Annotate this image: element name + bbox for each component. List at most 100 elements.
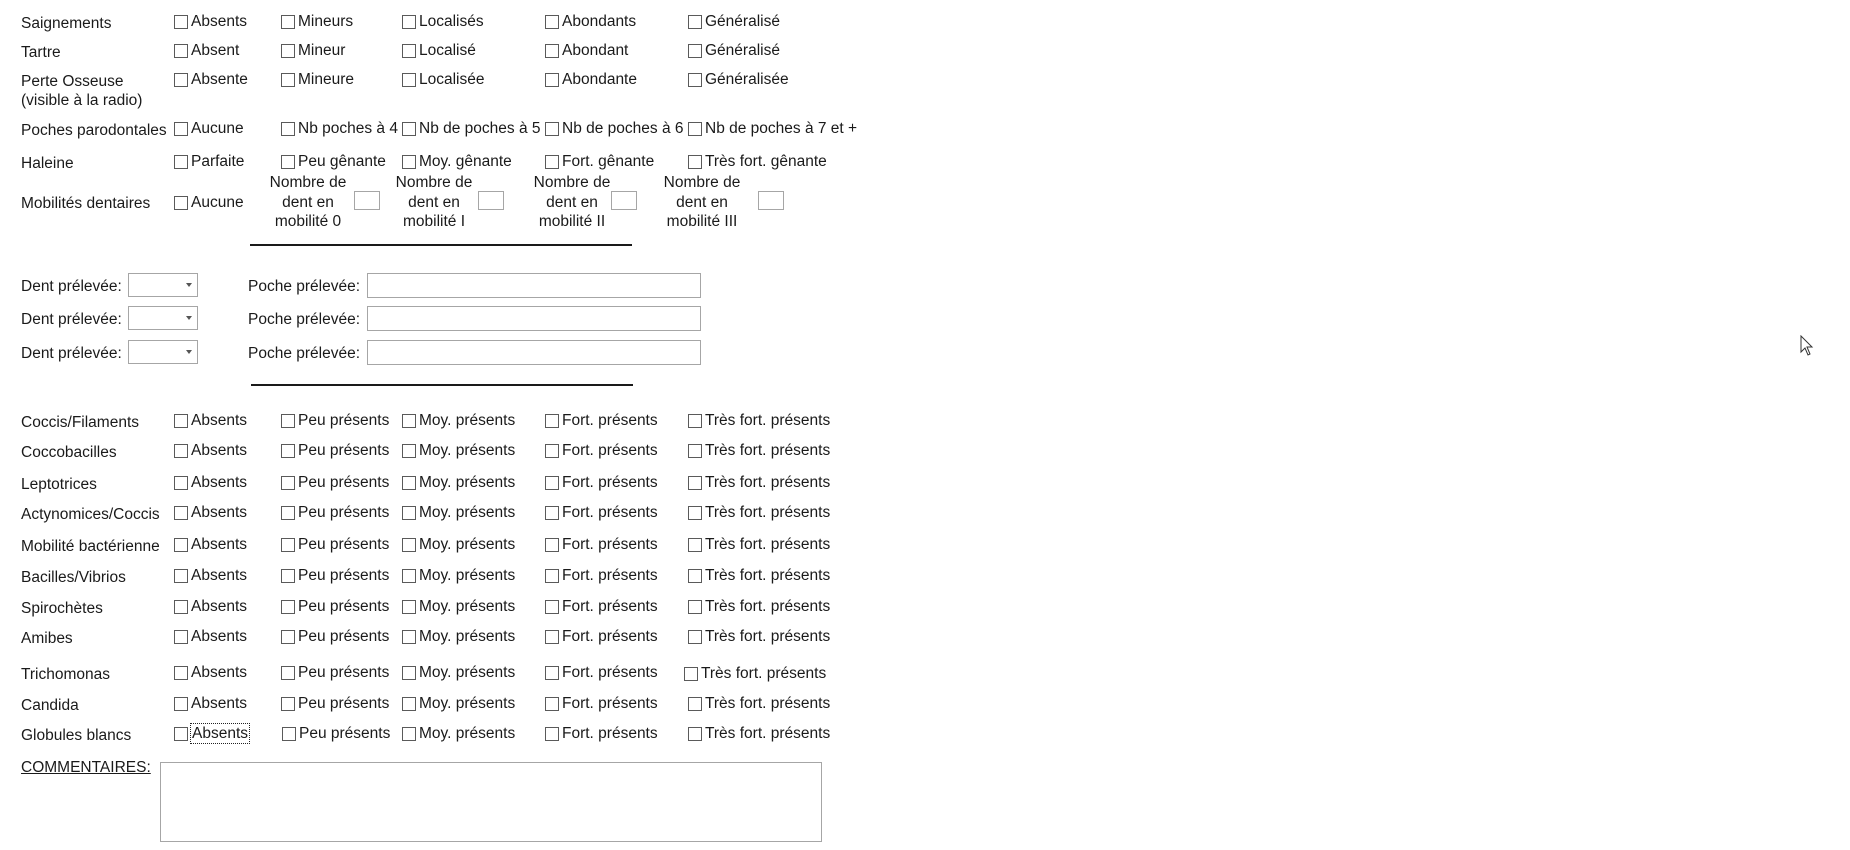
micro-option-checkbox[interactable]: Très fort. présents bbox=[688, 724, 830, 743]
checkbox-square-icon[interactable] bbox=[688, 43, 702, 58]
checkbox-square-icon[interactable] bbox=[688, 475, 702, 490]
micro-option-checkbox[interactable]: Peu présents bbox=[281, 597, 389, 616]
checkbox-square-icon[interactable] bbox=[545, 537, 559, 552]
clinical-option-checkbox[interactable]: Localisé bbox=[402, 41, 476, 60]
clinical-option-checkbox[interactable]: Aucune bbox=[174, 119, 244, 138]
checkbox-square-icon[interactable] bbox=[545, 726, 559, 741]
checkbox-square-icon[interactable] bbox=[174, 665, 188, 680]
micro-option-checkbox[interactable]: Fort. présents bbox=[545, 473, 658, 492]
checkbox-square-icon[interactable] bbox=[688, 154, 702, 169]
dropdown-arrow-icon[interactable] bbox=[186, 283, 192, 287]
micro-option-checkbox[interactable]: Fort. présents bbox=[545, 663, 658, 682]
clinical-option-checkbox[interactable]: Nb de poches à 6 bbox=[545, 119, 684, 138]
checkbox-square-icon[interactable] bbox=[174, 72, 188, 87]
mobility-count-input[interactable] bbox=[611, 191, 637, 210]
checkbox-square-icon[interactable] bbox=[402, 665, 416, 680]
micro-option-checkbox[interactable]: Absents bbox=[174, 566, 247, 585]
clinical-option-checkbox[interactable]: Moy. gênante bbox=[402, 152, 512, 171]
checkbox-square-icon[interactable] bbox=[688, 726, 702, 741]
mobility-count-input[interactable] bbox=[758, 191, 784, 210]
clinical-option-checkbox[interactable]: Mineurs bbox=[281, 12, 353, 31]
micro-option-checkbox[interactable]: Moy. présents bbox=[402, 535, 515, 554]
micro-option-checkbox[interactable]: Peu présents bbox=[281, 694, 389, 713]
checkbox-square-icon[interactable] bbox=[281, 443, 295, 458]
micro-option-checkbox[interactable]: Peu présents bbox=[281, 503, 389, 522]
checkbox-square-icon[interactable] bbox=[174, 121, 188, 136]
micro-option-checkbox[interactable]: Absents bbox=[174, 503, 247, 522]
checkbox-square-icon[interactable] bbox=[281, 154, 295, 169]
clinical-option-checkbox[interactable]: Très fort. gênante bbox=[688, 152, 827, 171]
checkbox-square-icon[interactable] bbox=[281, 568, 295, 583]
checkbox-square-icon[interactable] bbox=[281, 43, 295, 58]
micro-option-checkbox[interactable]: Très fort. présents bbox=[688, 627, 830, 646]
micro-option-checkbox[interactable]: Fort. présents bbox=[545, 724, 658, 743]
poche-input[interactable] bbox=[367, 340, 701, 365]
micro-option-checkbox[interactable]: Absents bbox=[174, 535, 247, 554]
dent-dropdown[interactable] bbox=[128, 340, 198, 364]
checkbox-square-icon[interactable] bbox=[174, 629, 188, 644]
micro-option-checkbox[interactable]: Peu présents bbox=[281, 411, 389, 430]
checkbox-square-icon[interactable] bbox=[402, 475, 416, 490]
micro-option-checkbox[interactable]: Moy. présents bbox=[402, 597, 515, 616]
checkbox-square-icon[interactable] bbox=[402, 505, 416, 520]
micro-option-checkbox[interactable]: Absents bbox=[174, 597, 247, 616]
clinical-option-checkbox[interactable]: Nb de poches à 5 bbox=[402, 119, 541, 138]
checkbox-square-icon[interactable] bbox=[688, 568, 702, 583]
checkbox-square-icon[interactable] bbox=[402, 696, 416, 711]
checkbox-square-icon[interactable] bbox=[545, 43, 559, 58]
checkbox-square-icon[interactable] bbox=[174, 696, 188, 711]
mobility-count-input[interactable] bbox=[478, 191, 504, 210]
checkbox-square-icon[interactable] bbox=[688, 505, 702, 520]
micro-option-checkbox[interactable]: Peu présents bbox=[281, 535, 389, 554]
micro-option-checkbox[interactable]: Peu présents bbox=[281, 473, 389, 492]
clinical-option-checkbox[interactable]: Généralisé bbox=[688, 41, 780, 60]
checkbox-square-icon[interactable] bbox=[282, 726, 296, 741]
poche-input[interactable] bbox=[367, 273, 701, 298]
checkbox-square-icon[interactable] bbox=[545, 568, 559, 583]
checkbox-square-icon[interactable] bbox=[688, 696, 702, 711]
checkbox-square-icon[interactable] bbox=[545, 696, 559, 711]
checkbox-square-icon[interactable] bbox=[174, 726, 188, 741]
checkbox-square-icon[interactable] bbox=[688, 629, 702, 644]
checkbox-square-icon[interactable] bbox=[545, 154, 559, 169]
mobility-none-checkbox[interactable]: Aucune bbox=[174, 193, 244, 212]
micro-option-checkbox[interactable]: Très fort. présents bbox=[688, 566, 830, 585]
checkbox-square-icon[interactable] bbox=[545, 665, 559, 680]
checkbox-square-icon[interactable] bbox=[402, 568, 416, 583]
checkbox-square-icon[interactable] bbox=[545, 599, 559, 614]
checkbox-square-icon[interactable] bbox=[402, 14, 416, 29]
checkbox-square-icon[interactable] bbox=[688, 443, 702, 458]
checkbox-square-icon[interactable] bbox=[402, 629, 416, 644]
checkbox-square-icon[interactable] bbox=[281, 14, 295, 29]
micro-option-checkbox[interactable]: Peu présents bbox=[281, 441, 389, 460]
clinical-option-checkbox[interactable]: Abondante bbox=[545, 70, 637, 89]
checkbox-square-icon[interactable] bbox=[545, 72, 559, 87]
checkbox-square-icon[interactable] bbox=[402, 537, 416, 552]
micro-option-checkbox[interactable]: Moy. présents bbox=[402, 473, 515, 492]
micro-option-checkbox[interactable]: Fort. présents bbox=[545, 441, 658, 460]
clinical-option-checkbox[interactable]: Localisée bbox=[402, 70, 485, 89]
checkbox-square-icon[interactable] bbox=[174, 505, 188, 520]
micro-option-checkbox[interactable]: Très fort. présents bbox=[688, 535, 830, 554]
checkbox-square-icon[interactable] bbox=[281, 413, 295, 428]
clinical-option-checkbox[interactable]: Localisés bbox=[402, 12, 484, 31]
checkbox-square-icon[interactable] bbox=[545, 505, 559, 520]
micro-option-checkbox[interactable]: Très fort. présents bbox=[688, 411, 830, 430]
checkbox-square-icon[interactable] bbox=[402, 599, 416, 614]
micro-option-checkbox[interactable]: Moy. présents bbox=[402, 694, 515, 713]
clinical-option-checkbox[interactable]: Mineure bbox=[281, 70, 354, 89]
dropdown-arrow-icon[interactable] bbox=[186, 316, 192, 320]
clinical-option-checkbox[interactable]: Absent bbox=[174, 41, 239, 60]
checkbox-square-icon[interactable] bbox=[281, 629, 295, 644]
clinical-option-checkbox[interactable]: Abondant bbox=[545, 41, 628, 60]
checkbox-square-icon[interactable] bbox=[174, 568, 188, 583]
checkbox-square-icon[interactable] bbox=[688, 599, 702, 614]
checkbox-square-icon[interactable] bbox=[281, 696, 295, 711]
micro-option-checkbox[interactable]: Moy. présents bbox=[402, 441, 515, 460]
checkbox-square-icon[interactable] bbox=[281, 121, 295, 136]
micro-option-checkbox[interactable]: Absents bbox=[174, 473, 247, 492]
micro-option-checkbox[interactable]: Moy. présents bbox=[402, 724, 515, 743]
checkbox-square-icon[interactable] bbox=[688, 14, 702, 29]
checkbox-square-icon[interactable] bbox=[174, 43, 188, 58]
checkbox-square-icon[interactable] bbox=[281, 665, 295, 680]
